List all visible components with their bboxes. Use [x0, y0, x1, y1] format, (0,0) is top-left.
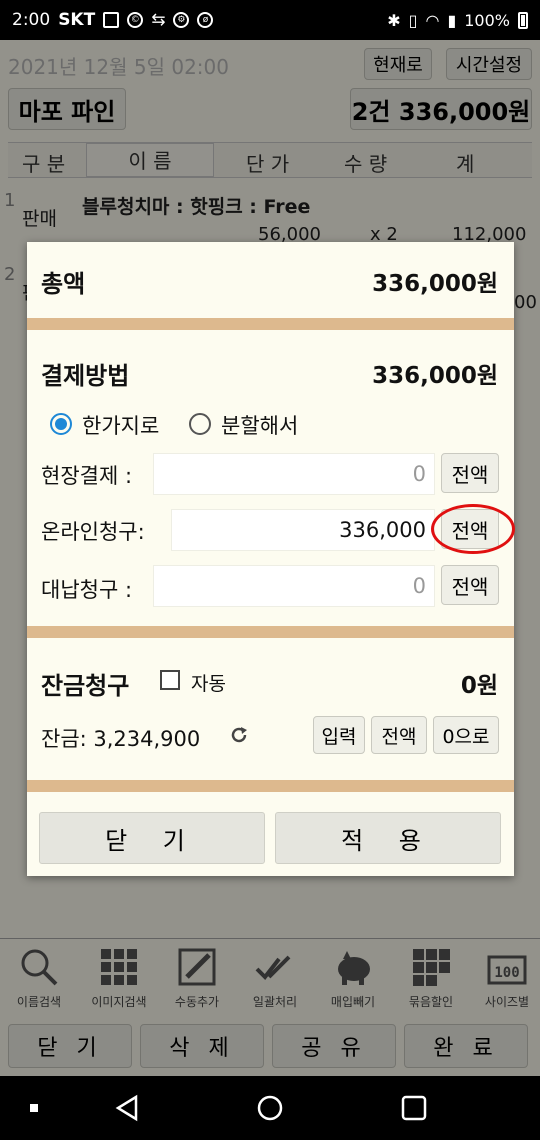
total-label: 총액 [41, 270, 86, 298]
onsite-full-button[interactable]: 전액 [441, 453, 499, 493]
status-bar: 2:00 SKT © ⇆ ⚙ ø ✱ ▯ ◠ ▮ 100% [0, 0, 540, 40]
divider [27, 626, 514, 638]
radio-single-label: 한가지로 [82, 414, 160, 438]
app-screen: 2:00 SKT © ⇆ ⚙ ø ✱ ▯ ◠ ▮ 100% 2021년 12월 … [0, 0, 540, 1140]
payment-method-label: 결제방법 [41, 362, 130, 390]
clock: 2:00 [12, 10, 51, 30]
recents-icon[interactable] [400, 1094, 428, 1122]
image-icon [103, 12, 120, 28]
auto-checkbox[interactable] [160, 670, 180, 690]
vibrate-icon: ▯ [408, 10, 418, 30]
total-amount: 336,000원 [372, 271, 498, 297]
dialog-close-button[interactable]: 닫 기 [39, 812, 265, 864]
sync-icon: © [127, 12, 144, 28]
highlight-circle [431, 504, 515, 554]
balance-amount: 0원 [460, 673, 498, 699]
deferred-full-button[interactable]: 전액 [441, 565, 499, 605]
settings-icon: ⚙ [173, 12, 190, 28]
auto-label: 자동 [191, 673, 226, 695]
balance-text: 잔금: 3,234,900 [41, 727, 201, 751]
signal-icon: ▮ [447, 10, 457, 30]
navigation-bar [0, 1076, 540, 1140]
divider [27, 780, 514, 792]
wifi-icon: ◠ [425, 10, 440, 30]
balance-full-button[interactable]: 전액 [371, 716, 427, 754]
usb-icon: ⇆ [151, 10, 166, 30]
balance-label: 잔금청구 [41, 672, 130, 700]
onsite-label: 현장결제 : [41, 464, 133, 488]
back-icon[interactable] [114, 1094, 142, 1122]
home-icon[interactable] [256, 1094, 284, 1122]
zero-button[interactable]: 0으로 [433, 716, 499, 754]
input-button[interactable]: 입력 [313, 716, 365, 754]
payment-dialog: 총액 336,000원 결제방법 336,000원 한가지로 분할해서 현장결제… [27, 242, 515, 876]
battery-icon [518, 11, 528, 29]
battery-level: 100% [464, 10, 510, 30]
dialog-apply-button[interactable]: 적 용 [275, 812, 501, 864]
radio-split[interactable] [189, 413, 211, 435]
bluetooth-icon: ✱ [387, 10, 401, 30]
menu-dot-icon[interactable] [30, 1104, 38, 1112]
onsite-field[interactable]: 0 [153, 453, 435, 495]
block-icon: ø [197, 12, 214, 28]
radio-single[interactable] [50, 413, 72, 435]
divider [27, 318, 514, 330]
deferred-label: 대납청구 : [41, 578, 133, 602]
carrier: SKT [58, 10, 96, 30]
online-field[interactable]: 336,000 [171, 509, 435, 551]
online-label: 온라인청구: [41, 520, 145, 544]
refresh-icon[interactable] [229, 725, 249, 745]
radio-split-label: 분할해서 [221, 414, 299, 438]
payment-amount: 336,000원 [372, 363, 498, 389]
deferred-field[interactable]: 0 [153, 565, 435, 607]
